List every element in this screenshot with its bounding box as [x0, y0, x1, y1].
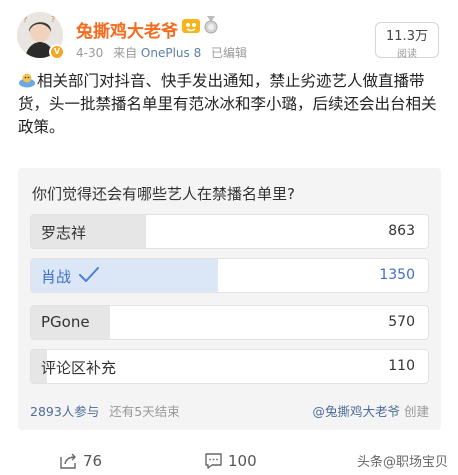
poll-remaining: 还有5天结束	[109, 404, 180, 419]
vip-badge-icon[interactable]	[181, 17, 201, 34]
post-date: 4-30	[76, 46, 104, 60]
verified-badge-icon: V	[49, 44, 65, 60]
poll-option[interactable]: 罗志祥 863	[30, 214, 429, 249]
post-text: 相关部门对抖音、快手发出通知，禁止劣迹艺人做直播带货，头一批禁播名单里有范冰冰和…	[18, 70, 446, 139]
post-body: 相关部门对抖音、快手发出通知，禁止劣迹艺人做直播带货，头一批禁播名单里有范冰冰和…	[18, 72, 437, 136]
read-count: 11.3万	[386, 29, 428, 44]
medal-icon[interactable]	[203, 16, 219, 34]
read-count-box: 11.3万 阅读	[375, 22, 439, 60]
poll-card: 你们觉得还会有哪些艺人在禁播名单里? 罗志祥 863 肖战 1350 PGone…	[18, 168, 441, 430]
share-icon	[60, 453, 76, 469]
share-count: 76	[83, 452, 103, 470]
poll-option-name: 评论区补充	[41, 359, 117, 377]
poll-option-count: 110	[388, 358, 415, 374]
poll-creator: @兔撕鸡大老爷 创建	[312, 401, 429, 420]
bubble-emoji-icon	[19, 73, 35, 88]
from-label: 来自	[113, 46, 138, 60]
comment-icon	[205, 453, 222, 469]
comment-button[interactable]: 100	[205, 452, 257, 470]
comment-count: 100	[228, 452, 257, 470]
poll-participants[interactable]: 2893人参与	[30, 404, 99, 419]
device-link[interactable]: OnePlus 8	[141, 46, 201, 60]
poll-option-voted[interactable]: 肖战 1350	[30, 258, 429, 293]
poll-option-count: 863	[388, 223, 415, 239]
share-button[interactable]: 76	[60, 452, 102, 470]
post-meta: 4-30 来自 OnePlus 8 已编辑	[76, 44, 247, 61]
poll-stats: 2893人参与 还有5天结束	[30, 401, 180, 420]
poll-option[interactable]: 评论区补充 110	[30, 349, 429, 384]
poll-option-count: 1350	[379, 267, 415, 283]
post-header: ? ? V 兔撕鸡大老爷 4-30 来自 OnePlus 8 已编辑 11.3万…	[0, 0, 458, 66]
poll-question: 你们觉得还会有哪些艺人在禁播名单里?	[32, 185, 295, 203]
edited-label: 已编辑	[211, 46, 248, 60]
checkmark-icon	[79, 267, 99, 282]
poll-option[interactable]: PGone 570	[30, 305, 429, 340]
svg-text:?: ?	[51, 15, 55, 24]
poll-created-label: 创建	[403, 404, 429, 419]
read-label: 阅读	[397, 49, 417, 60]
poll-creator-link[interactable]: @兔撕鸡大老爷	[312, 404, 400, 419]
watermark: 头条@职场宝贝	[356, 455, 448, 470]
poll-option-name: 罗志祥	[41, 224, 87, 242]
svg-text:?: ?	[23, 15, 27, 24]
username[interactable]: 兔撕鸡大老爷	[76, 17, 178, 42]
poll-option-name: 肖战	[41, 268, 72, 286]
poll-option-count: 570	[388, 314, 415, 330]
poll-option-name: PGone	[41, 313, 90, 331]
